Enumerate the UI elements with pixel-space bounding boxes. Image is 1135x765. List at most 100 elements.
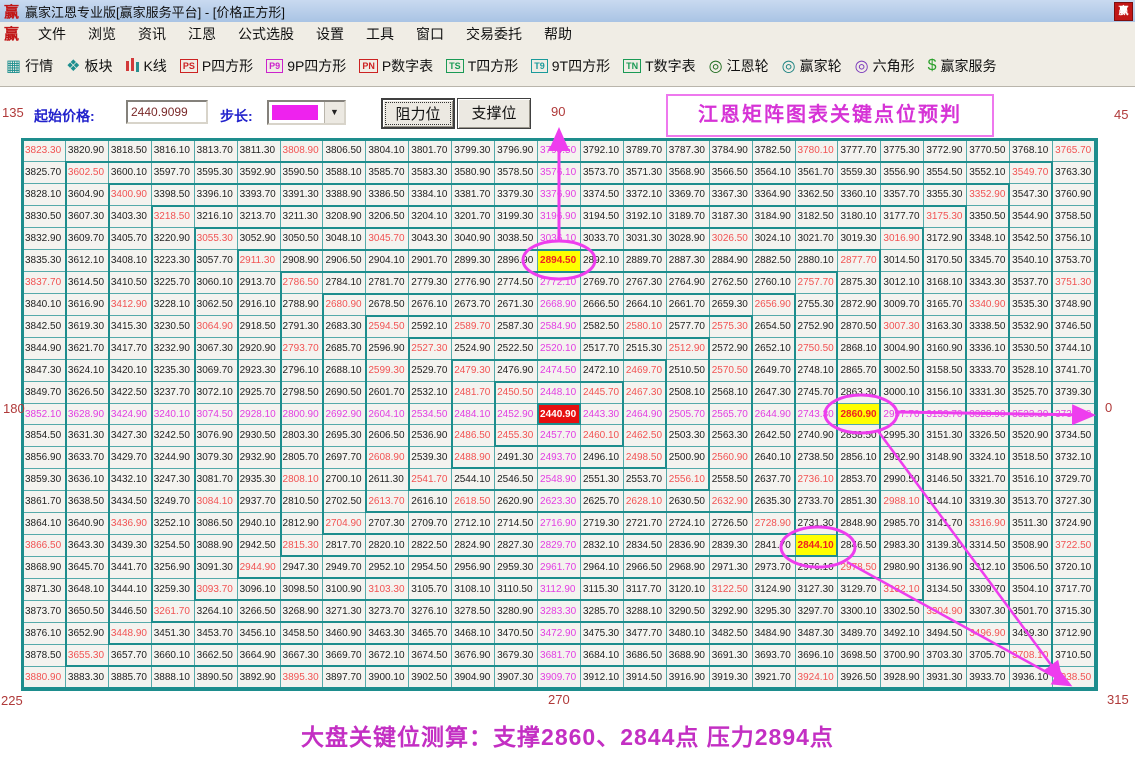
matrix-cell[interactable]: 2594.50: [366, 316, 409, 338]
matrix-cell[interactable]: 3734.50: [1053, 425, 1096, 447]
matrix-cell[interactable]: 3448.90: [109, 623, 152, 645]
matrix-cell[interactable]: 3871.30: [23, 579, 66, 601]
matrix-cell[interactable]: 3151.30: [924, 425, 967, 447]
matrix-cell[interactable]: 2556.10: [667, 469, 710, 491]
matrix-cell[interactable]: 3482.50: [710, 623, 753, 645]
matrix-cell[interactable]: 3468.10: [452, 623, 495, 645]
matrix-cell[interactable]: 2997.70: [881, 404, 924, 426]
matrix-cell[interactable]: 2558.50: [710, 469, 753, 491]
matrix-cell[interactable]: 2980.90: [881, 557, 924, 579]
matrix-cell[interactable]: 3331.30: [967, 382, 1010, 404]
matrix-cell[interactable]: 2949.70: [323, 557, 366, 579]
matrix-cell[interactable]: 2954.50: [409, 557, 452, 579]
matrix-cell[interactable]: 3134.50: [924, 579, 967, 601]
matrix-cell[interactable]: 3408.10: [109, 250, 152, 272]
matrix-cell[interactable]: 2452.90: [495, 404, 538, 426]
matrix-cell[interactable]: 3196.90: [538, 206, 581, 228]
matrix-cell[interactable]: 3004.90: [881, 338, 924, 360]
matrix-cell-support[interactable]: 2860.90: [838, 404, 881, 426]
matrix-cell[interactable]: 3657.70: [109, 645, 152, 667]
matrix-cell[interactable]: 2450.50: [495, 382, 538, 404]
matrix-cell[interactable]: 2697.70: [323, 447, 366, 469]
matrix-cell[interactable]: 3832.90: [23, 228, 66, 250]
toolbar-item-赢家轮[interactable]: ◎赢家轮: [782, 56, 842, 76]
matrix-cell[interactable]: 3664.90: [238, 645, 281, 667]
matrix-cell[interactable]: 2745.70: [796, 382, 839, 404]
matrix-cell[interactable]: 2865.70: [838, 360, 881, 382]
matrix-cell[interactable]: 3820.90: [66, 140, 109, 162]
matrix-cell[interactable]: 2863.30: [838, 382, 881, 404]
matrix-cell[interactable]: 3350.50: [967, 206, 1010, 228]
matrix-cell[interactable]: 3768.10: [1010, 140, 1053, 162]
matrix-cell[interactable]: 2836.90: [667, 535, 710, 557]
matrix-cell[interactable]: 3384.10: [409, 184, 452, 206]
matrix-cell[interactable]: 2512.90: [667, 338, 710, 360]
matrix-cell[interactable]: 3856.90: [23, 447, 66, 469]
matrix-cell[interactable]: 2647.30: [753, 382, 796, 404]
matrix-cell[interactable]: 2515.30: [624, 338, 667, 360]
matrix-cell[interactable]: 2947.30: [281, 557, 324, 579]
matrix-cell[interactable]: 2654.50: [753, 316, 796, 338]
window-control-icon[interactable]: 赢: [1114, 2, 1133, 21]
matrix-cell[interactable]: 3403.30: [109, 206, 152, 228]
matrix-cell[interactable]: 3686.50: [624, 645, 667, 667]
matrix-cell[interactable]: 3417.70: [109, 338, 152, 360]
matrix-cell[interactable]: 3465.70: [409, 623, 452, 645]
matrix-cell[interactable]: 2925.70: [238, 382, 281, 404]
start-price-input[interactable]: [126, 100, 208, 124]
matrix-cell[interactable]: 2536.90: [409, 425, 452, 447]
matrix-cell[interactable]: 3487.30: [796, 623, 839, 645]
matrix-cell[interactable]: 3160.90: [924, 338, 967, 360]
matrix-cell[interactable]: 2460.10: [581, 425, 624, 447]
matrix-cell[interactable]: 3189.70: [667, 206, 710, 228]
matrix-cell[interactable]: 3727.30: [1053, 491, 1096, 513]
matrix-cell[interactable]: 2623.30: [538, 491, 581, 513]
matrix-cell[interactable]: 3276.10: [409, 601, 452, 623]
matrix-cell[interactable]: 3127.30: [796, 579, 839, 601]
matrix-cell[interactable]: 3900.10: [366, 667, 409, 689]
matrix-cell[interactable]: 2467.30: [624, 382, 667, 404]
matrix-cell[interactable]: 3225.70: [152, 272, 195, 294]
matrix-cell[interactable]: 3216.10: [195, 206, 238, 228]
matrix-cell[interactable]: 2714.50: [495, 513, 538, 535]
matrix-cell[interactable]: 3357.70: [881, 184, 924, 206]
matrix-cell[interactable]: 3074.50: [195, 404, 238, 426]
matrix-cell[interactable]: 3336.10: [967, 338, 1010, 360]
matrix-cell[interactable]: 2920.90: [238, 338, 281, 360]
matrix-cell[interactable]: 3885.70: [109, 667, 152, 689]
matrix-cell[interactable]: 2755.30: [796, 294, 839, 316]
matrix-cell[interactable]: 3434.50: [109, 491, 152, 513]
matrix-cell[interactable]: 3052.90: [238, 228, 281, 250]
matrix-cell[interactable]: 3621.70: [66, 338, 109, 360]
matrix-cell[interactable]: 2529.70: [409, 360, 452, 382]
matrix-cell[interactable]: 3696.10: [796, 645, 839, 667]
matrix-cell[interactable]: 3187.30: [710, 206, 753, 228]
matrix-cell[interactable]: 3604.90: [66, 184, 109, 206]
matrix-cell[interactable]: 3232.90: [152, 338, 195, 360]
matrix-cell[interactable]: 3429.70: [109, 447, 152, 469]
matrix-cell[interactable]: 2983.30: [881, 535, 924, 557]
matrix-cell[interactable]: 3876.10: [23, 623, 66, 645]
matrix-cell[interactable]: 2738.50: [796, 447, 839, 469]
matrix-cell[interactable]: 2899.30: [452, 250, 495, 272]
matrix-cell[interactable]: 3816.10: [152, 140, 195, 162]
matrix-cell[interactable]: 2719.30: [581, 513, 624, 535]
matrix-cell[interactable]: 3775.30: [881, 140, 924, 162]
matrix-cell[interactable]: 3307.30: [967, 601, 1010, 623]
matrix-cell[interactable]: 3184.90: [753, 206, 796, 228]
matrix-cell[interactable]: 3280.90: [495, 601, 538, 623]
matrix-cell[interactable]: 3614.50: [66, 272, 109, 294]
matrix-cell[interactable]: 2616.10: [409, 491, 452, 513]
matrix-cell[interactable]: 3544.90: [1010, 206, 1053, 228]
matrix-cell[interactable]: 3897.70: [323, 667, 366, 689]
matrix-cell[interactable]: 2868.10: [838, 338, 881, 360]
matrix-cell[interactable]: 2822.50: [409, 535, 452, 557]
matrix-cell[interactable]: 2971.30: [710, 557, 753, 579]
menu-item-帮助[interactable]: 帮助: [533, 24, 583, 44]
matrix-cell[interactable]: 3758.50: [1053, 206, 1096, 228]
matrix-cell[interactable]: 3933.70: [967, 667, 1010, 689]
menu-item-资讯[interactable]: 资讯: [127, 24, 177, 44]
matrix-cell[interactable]: 3549.70: [1010, 162, 1053, 184]
matrix-cell[interactable]: 2767.30: [624, 272, 667, 294]
matrix-cell[interactable]: 3789.70: [624, 140, 667, 162]
